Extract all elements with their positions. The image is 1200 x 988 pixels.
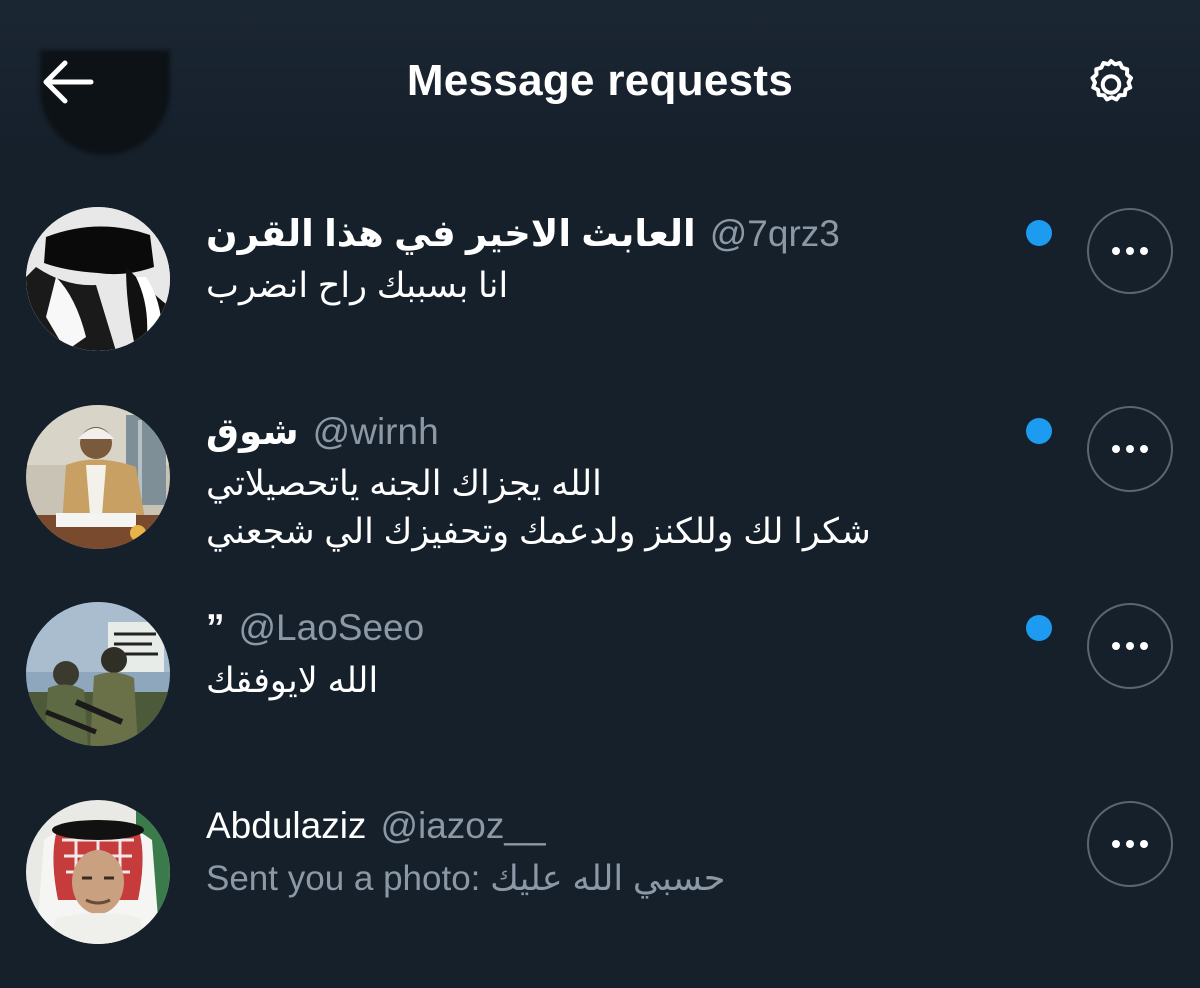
- message-preview-line-2: شكرا لك وللكنز ولدعمك وتحفيزك الي شجعني: [206, 512, 871, 551]
- message-preview: الله يجزاك الجنه ياتحصيلاتي: [206, 464, 602, 503]
- gear-icon: [1090, 59, 1133, 102]
- display-name: شوق: [206, 411, 299, 452]
- more-options-button[interactable]: [1087, 603, 1173, 689]
- settings-button[interactable]: [1078, 50, 1144, 116]
- request-header: العابث الاخير في هذا القرن @7qrz3: [206, 212, 840, 255]
- user-handle: @LaoSeeo: [238, 607, 425, 648]
- message-request-row[interactable]: Abdulaziz @iazoz__ Sent you a photo: حسبي…: [0, 783, 1200, 973]
- ellipsis-icon: [1112, 445, 1148, 453]
- avatar: [26, 800, 170, 944]
- ellipsis-icon: [1112, 642, 1148, 650]
- avatar: [26, 405, 170, 549]
- ellipsis-icon: [1112, 840, 1148, 848]
- display-name: ”: [206, 607, 225, 648]
- message-preview: انا بسببك راح انضرب: [206, 266, 509, 305]
- unread-dot: [1026, 418, 1052, 444]
- more-options-button[interactable]: [1087, 801, 1173, 887]
- request-header: شوق @wirnh: [206, 410, 439, 453]
- message-request-row[interactable]: العابث الاخير في هذا القرن @7qrz3 انا بسب…: [0, 190, 1200, 380]
- user-handle: @wirnh: [312, 411, 439, 452]
- message-request-row[interactable]: ” @LaoSeeo الله لايوفقك: [0, 585, 1200, 775]
- unread-dot: [1026, 220, 1052, 246]
- avatar: [26, 602, 170, 746]
- display-name: العابث الاخير في هذا القرن: [206, 213, 696, 254]
- user-handle: @7qrz3: [709, 213, 840, 254]
- request-header: Abdulaziz @iazoz__: [206, 805, 546, 847]
- display-name: Abdulaziz: [206, 805, 367, 846]
- message-request-row[interactable]: شوق @wirnh الله يجزاك الجنه ياتحصيلاتي شك…: [0, 388, 1200, 578]
- request-header: ” @LaoSeeo: [206, 607, 424, 649]
- page-title: Message requests: [406, 56, 794, 105]
- top-app-bar: Message requests: [0, 0, 1200, 165]
- message-preview: الله لايوفقك: [206, 661, 379, 700]
- message-preview: Sent you a photo: حسبي الله عليك: [206, 859, 726, 898]
- ellipsis-icon: [1112, 247, 1148, 255]
- unread-dot: [1026, 615, 1052, 641]
- more-options-button[interactable]: [1087, 406, 1173, 492]
- more-options-button[interactable]: [1087, 208, 1173, 294]
- user-handle: @iazoz__: [380, 805, 546, 846]
- avatar: [26, 207, 170, 351]
